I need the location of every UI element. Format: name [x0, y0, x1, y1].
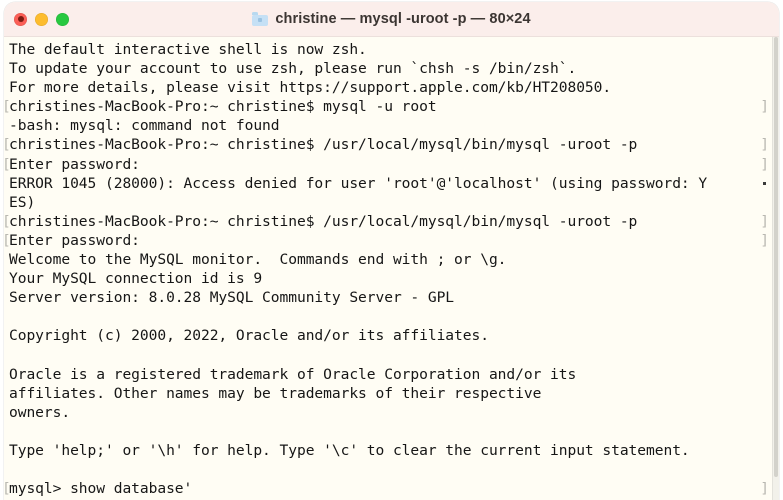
window-controls [14, 2, 69, 36]
terminal-line-text: Copyright (c) 2000, 2022, Oracle and/or … [9, 327, 489, 345]
terminal-line-text: Enter password: [9, 231, 140, 249]
folder-icon [252, 12, 269, 26]
prompt-mark-right: ] [760, 480, 769, 498]
scrollbar-thumb[interactable] [774, 37, 778, 477]
terminal-window[interactable]: christine — mysql -uroot -p — 80×24 The … [4, 2, 779, 500]
terminal-line-text: Server version: 8.0.28 MySQL Community S… [9, 289, 455, 307]
terminal-line: Your MySQL connection id is 9 [4, 269, 771, 288]
terminal-line: [Enter password:] [4, 155, 771, 174]
prompt-mark-right: ] [760, 231, 769, 249]
terminal-line-text: ES) [9, 193, 36, 211]
terminal-line: [christines-MacBook-Pro:~ christine$ /us… [4, 135, 771, 154]
terminal-line: [christines-MacBook-Pro:~ christine$ mys… [4, 97, 771, 116]
terminal-lines: The default interactive shell is now zsh… [4, 40, 771, 498]
prompt-mark-left: [ [4, 155, 11, 174]
terminal-line-text: affiliates. Other names may be trademark… [9, 384, 542, 402]
terminal-line-text: christines-MacBook-Pro:~ christine$ /usr… [9, 212, 638, 230]
terminal-line-text: christines-MacBook-Pro:~ christine$ /usr… [9, 136, 638, 154]
prompt-mark-left: [ [4, 212, 11, 231]
terminal-line: [Enter password:] [4, 231, 771, 250]
terminal-line-text: ERROR 1045 (28000): Access denied for us… [9, 174, 708, 192]
terminal-line-text: Oracle is a registered trademark of Orac… [9, 365, 577, 383]
terminal-line: Copyright (c) 2000, 2022, Oracle and/or … [4, 326, 771, 345]
minimize-button[interactable] [35, 12, 48, 26]
prompt-mark-right: ] [760, 136, 769, 154]
prompt-mark-left: [ [4, 97, 11, 116]
terminal-line-text: Enter password: [9, 155, 140, 173]
prompt-mark-left: [ [4, 479, 11, 498]
terminal-line: -bash: mysql: command not found [4, 116, 771, 135]
prompt-mark-left: [ [4, 135, 11, 154]
line-wrap-indicator [763, 181, 766, 185]
terminal-line: For more details, please visit https://s… [4, 78, 771, 97]
terminal-line-text: For more details, please visit https://s… [9, 79, 612, 97]
terminal-line-text: christines-MacBook-Pro:~ christine$ mysq… [9, 98, 437, 116]
terminal-line: [christines-MacBook-Pro:~ christine$ /us… [4, 212, 771, 231]
maximize-button[interactable] [56, 12, 69, 26]
window-title: christine — mysql -uroot -p — 80×24 [275, 11, 531, 27]
terminal-line-text: -bash: mysql: command not found [9, 117, 280, 135]
terminal-output-area[interactable]: The default interactive shell is now zsh… [4, 37, 779, 500]
terminal-line: [mysql> show database'] [4, 479, 771, 498]
prompt-mark-right: ] [760, 212, 769, 230]
close-button[interactable] [14, 12, 27, 26]
window-title-group: christine — mysql -uroot -p — 80×24 [252, 11, 531, 27]
terminal-line: The default interactive shell is now zsh… [4, 40, 771, 59]
terminal-line: ES) [4, 193, 771, 212]
prompt-mark-left: [ [4, 231, 11, 250]
window-title-bar[interactable]: christine — mysql -uroot -p — 80×24 [4, 2, 779, 37]
prompt-mark-right: ] [760, 155, 769, 173]
terminal-line-text: owners. [9, 403, 71, 421]
terminal-line-text: Your MySQL connection id is 9 [9, 270, 263, 288]
terminal-line-text: The default interactive shell is now zsh… [9, 41, 367, 58]
terminal-line-text: Welcome to the MySQL monitor. Commands e… [9, 251, 507, 269]
terminal-line: Type 'help;' or '\h' for help. Type '\c'… [4, 441, 771, 460]
terminal-line: owners. [4, 403, 771, 422]
terminal-line-text: mysql> show database' [9, 480, 193, 498]
terminal-line: To update your account to use zsh, pleas… [4, 59, 771, 78]
terminal-line: affiliates. Other names may be trademark… [4, 384, 771, 403]
vertical-scrollbar[interactable] [772, 37, 779, 500]
prompt-mark-right: ] [760, 98, 769, 116]
terminal-line: ERROR 1045 (28000): Access denied for us… [4, 174, 771, 193]
terminal-line-text: To update your account to use zsh, pleas… [9, 60, 577, 78]
terminal-line: Server version: 8.0.28 MySQL Community S… [4, 288, 771, 307]
terminal-line: Oracle is a registered trademark of Orac… [4, 365, 771, 384]
terminal-line-text: Type 'help;' or '\h' for help. Type '\c'… [9, 441, 690, 459]
terminal-line: Welcome to the MySQL monitor. Commands e… [4, 250, 771, 269]
